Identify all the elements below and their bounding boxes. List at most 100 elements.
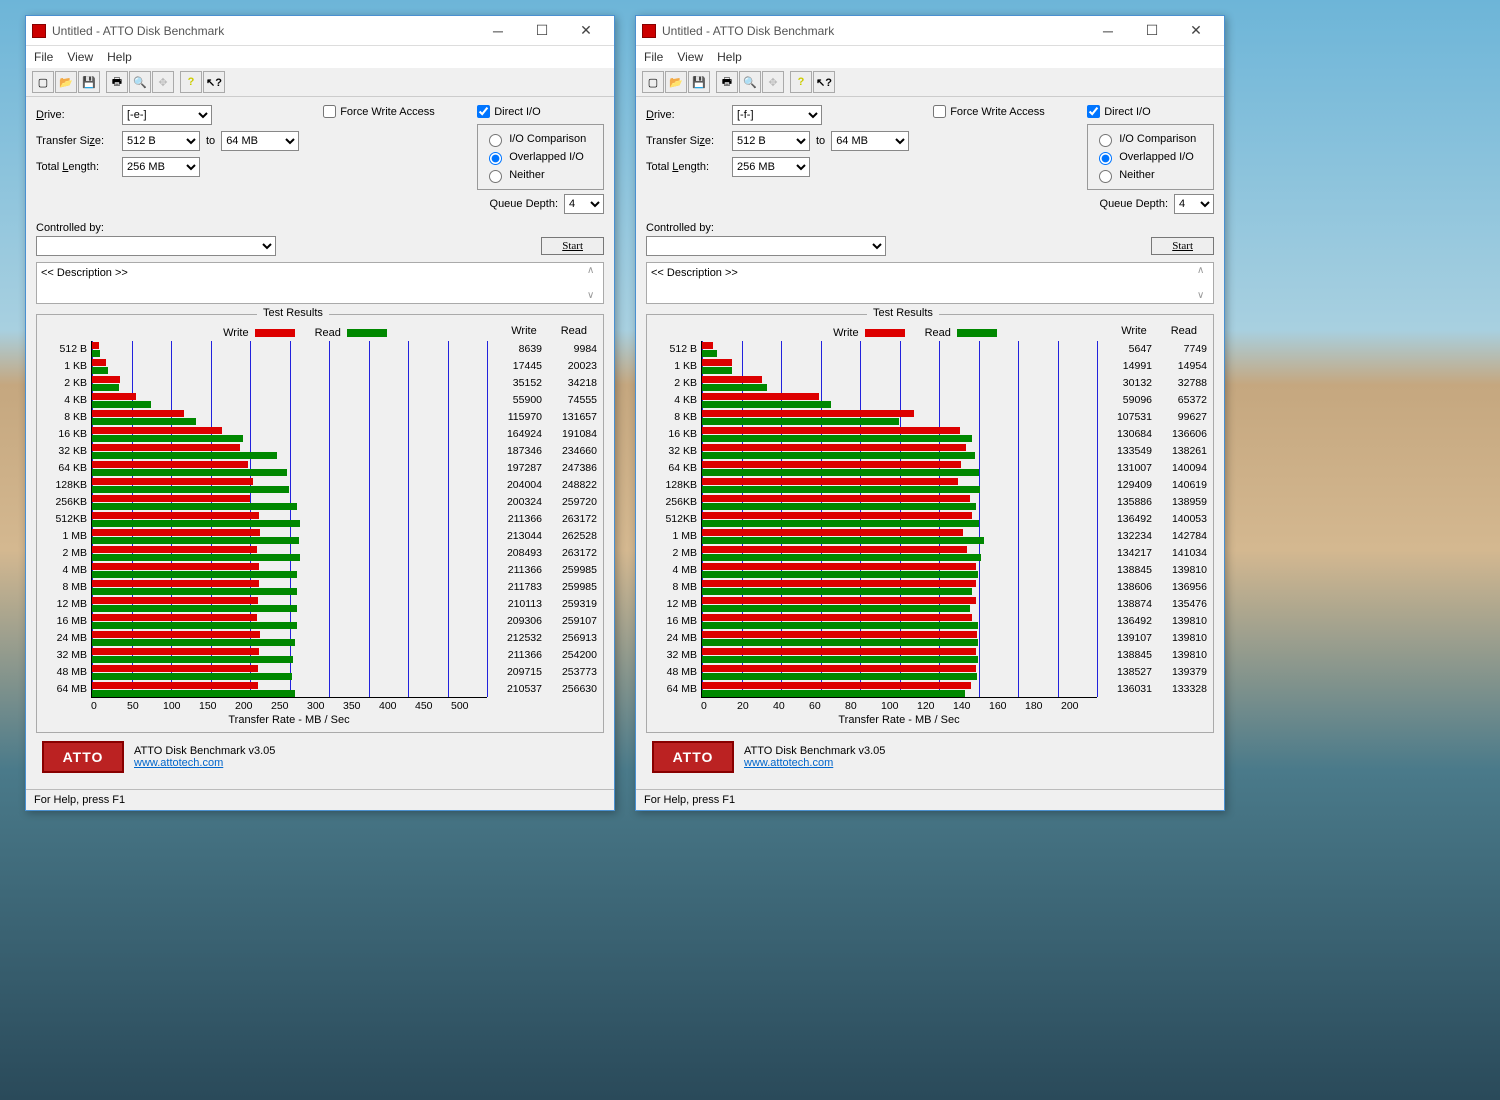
save-icon[interactable]: 💾 <box>78 71 100 93</box>
description-box[interactable]: << Description >> ∧ ∨ <box>36 262 604 304</box>
transfer-max-select[interactable]: 64 MB <box>221 131 299 151</box>
start-button[interactable]: Start <box>1151 237 1214 255</box>
row-label: 8 KB <box>653 409 697 426</box>
write-bar <box>92 648 259 655</box>
save-icon[interactable]: 💾 <box>688 71 710 93</box>
neither-radio[interactable] <box>489 170 502 183</box>
write-bar <box>702 461 961 468</box>
row-label: 24 MB <box>43 630 87 647</box>
brand-url[interactable]: www.attotech.com <box>134 757 223 769</box>
y-labels: 512 B1 KB2 KB4 KB8 KB16 KB32 KB64 KB128K… <box>43 341 91 726</box>
menu-item[interactable]: View <box>67 50 93 64</box>
transfer-min-select[interactable]: 512 B <box>122 131 200 151</box>
brand-url[interactable]: www.attotech.com <box>744 757 833 769</box>
overlapped-io-radio[interactable] <box>1099 152 1112 165</box>
row-label: 128KB <box>653 477 697 494</box>
row-label: 64 MB <box>43 681 87 698</box>
write-bar <box>702 546 967 553</box>
queue-depth-select[interactable]: 4 <box>1174 194 1214 214</box>
direct-io-checkbox[interactable] <box>1087 105 1100 118</box>
preview-icon[interactable]: 🔍 <box>739 71 761 93</box>
write-bar <box>92 393 136 400</box>
force-write-label: Force Write Access <box>340 106 435 118</box>
read-bar <box>702 571 978 578</box>
move-icon[interactable]: ✥ <box>762 71 784 93</box>
row-label: 512KB <box>43 511 87 528</box>
window-title: Untitled - ATTO Disk Benchmark <box>662 24 1086 38</box>
force-write-checkbox[interactable] <box>323 105 336 118</box>
new-icon[interactable]: ▢ <box>642 71 664 93</box>
description-box[interactable]: << Description >> ∧∨ <box>646 262 1214 304</box>
open-icon[interactable]: 📂 <box>55 71 77 93</box>
drive-label: Drive: <box>36 109 116 121</box>
write-bar <box>92 580 259 587</box>
row-label: 256KB <box>653 494 697 511</box>
titlebar[interactable]: Untitled - ATTO Disk Benchmark ─ ☐ ✕ <box>26 16 614 46</box>
help-icon[interactable]: ? <box>790 71 812 93</box>
menu-item[interactable]: Help <box>717 50 742 64</box>
write-bar <box>702 665 976 672</box>
row-label: 8 MB <box>653 579 697 596</box>
overlapped-io-radio[interactable] <box>489 152 502 165</box>
io-comparison-radio[interactable] <box>1099 134 1112 147</box>
brand-name: ATTO Disk Benchmark v3.05 <box>744 745 885 757</box>
read-bar <box>702 673 977 680</box>
io-comparison-radio[interactable] <box>489 134 502 147</box>
minimize-button[interactable]: ─ <box>476 17 520 45</box>
queue-depth-select[interactable]: 4 <box>564 194 604 214</box>
read-legend-label: Read <box>925 327 951 339</box>
menu-item[interactable]: Help <box>107 50 132 64</box>
atto-logo: ATTO <box>42 741 124 773</box>
new-icon[interactable]: ▢ <box>32 71 54 93</box>
x-axis-label: Transfer Rate - MB / Sec <box>701 714 1097 726</box>
controlled-by-select[interactable] <box>646 236 886 256</box>
print-icon[interactable]: 🖶 <box>106 71 128 93</box>
menu-item[interactable]: View <box>677 50 703 64</box>
close-button[interactable]: ✕ <box>1174 17 1218 45</box>
titlebar[interactable]: Untitled - ATTO Disk Benchmark ─ ☐ ✕ <box>636 16 1224 46</box>
minimize-button[interactable]: ─ <box>1086 17 1130 45</box>
row-label: 1 KB <box>653 358 697 375</box>
transfer-max-select[interactable]: 64 MB <box>831 131 909 151</box>
drive-select[interactable]: [-f-] <box>732 105 822 125</box>
description-text: << Description >> <box>41 267 128 279</box>
drive-select[interactable]: [-e-] <box>122 105 212 125</box>
read-bar <box>702 554 981 561</box>
menu-item[interactable]: File <box>644 50 663 64</box>
row-label: 1 KB <box>43 358 87 375</box>
transfer-min-select[interactable]: 512 B <box>732 131 810 151</box>
total-length-label: Total Length: <box>36 161 116 173</box>
total-length-select[interactable]: 256 MB <box>732 157 810 177</box>
whatsthis-icon[interactable]: ↖? <box>203 71 225 93</box>
scroll-down-icon[interactable]: ∨ <box>587 290 601 301</box>
maximize-button[interactable]: ☐ <box>1130 17 1174 45</box>
start-button[interactable]: Start <box>541 237 604 255</box>
menubar[interactable]: File View Help <box>636 46 1224 68</box>
controlled-by-select[interactable] <box>36 236 276 256</box>
total-length-select[interactable]: 256 MB <box>122 157 200 177</box>
force-write-checkbox[interactable] <box>933 105 946 118</box>
scroll-up-icon[interactable]: ∧ <box>1197 265 1211 276</box>
write-col-header: Write <box>511 325 536 339</box>
bars-area <box>91 341 487 698</box>
help-icon[interactable]: ? <box>180 71 202 93</box>
print-icon[interactable]: 🖶 <box>716 71 738 93</box>
neither-radio[interactable] <box>1099 170 1112 183</box>
write-bar <box>702 359 732 366</box>
read-bar <box>92 673 292 680</box>
write-legend-label: Write <box>833 327 858 339</box>
preview-icon[interactable]: 🔍 <box>129 71 151 93</box>
close-button[interactable]: ✕ <box>564 17 608 45</box>
move-icon[interactable]: ✥ <box>152 71 174 93</box>
whatsthis-icon[interactable]: ↖? <box>813 71 835 93</box>
scroll-up-icon[interactable]: ∧ <box>587 265 601 276</box>
menu-item[interactable]: File <box>34 50 53 64</box>
results-group: Test Results Write Read Write Read 512 B… <box>646 314 1214 733</box>
write-bar <box>702 478 958 485</box>
open-icon[interactable]: 📂 <box>665 71 687 93</box>
scroll-down-icon[interactable]: ∨ <box>1197 290 1211 301</box>
write-bar <box>92 478 253 485</box>
maximize-button[interactable]: ☐ <box>520 17 564 45</box>
direct-io-checkbox[interactable] <box>477 105 490 118</box>
menubar[interactable]: File View Help <box>26 46 614 68</box>
